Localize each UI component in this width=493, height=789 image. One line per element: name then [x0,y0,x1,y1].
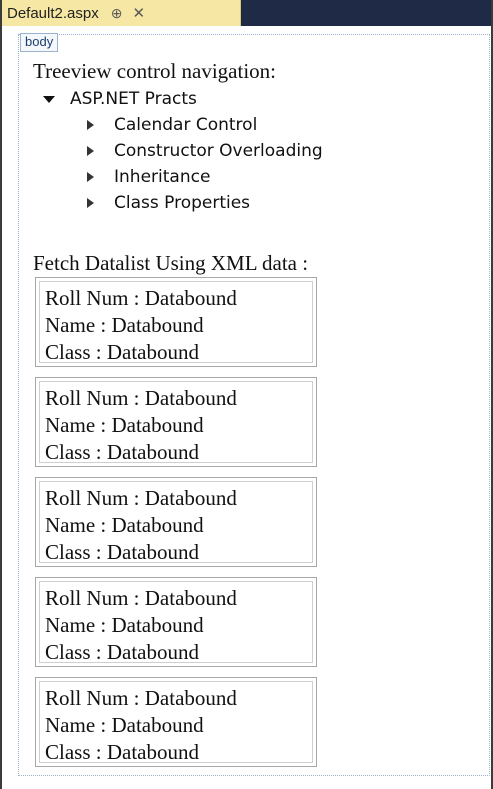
name-field: Name : Databound [45,513,204,537]
class-field: Class : Databound [45,440,199,464]
tree-node-class-properties[interactable]: Class Properties [87,190,323,216]
roll-num-field: Roll Num : Databound [45,486,237,510]
document-tab-strip: Default2.aspx ⊕ ✕ [2,0,491,26]
datalist: Roll Num : Databound Name : Databound Cl… [35,277,317,777]
treeview: ASP.NET Practs Calendar Control Construc… [43,86,323,216]
document-tab[interactable]: Default2.aspx ⊕ ✕ [2,0,241,26]
treeview-heading: Treeview control navigation: [33,59,277,83]
class-field: Class : Databound [45,540,199,564]
class-field: Class : Databound [45,740,199,764]
tree-node-asp-net-practs[interactable]: ASP.NET Practs [43,86,323,112]
datalist-item[interactable]: Roll Num : Databound Name : Databound Cl… [35,277,317,367]
tree-node-label: ASP.NET Practs [70,89,197,109]
expand-triangle-icon[interactable] [87,146,94,156]
roll-num-field: Roll Num : Databound [45,586,237,610]
roll-num-field: Roll Num : Databound [45,686,237,710]
datalist-item-template: Roll Num : Databound Name : Databound Cl… [39,481,313,564]
pin-icon[interactable]: ⊕ [111,5,123,22]
name-field: Name : Databound [45,313,204,337]
datalist-item[interactable]: Roll Num : Databound Name : Databound Cl… [35,477,317,567]
datalist-item-template: Roll Num : Databound Name : Databound Cl… [39,681,313,764]
expand-triangle-icon[interactable] [87,120,94,130]
roll-num-field: Roll Num : Databound [45,286,237,310]
datalist-item[interactable]: Roll Num : Databound Name : Databound Cl… [35,377,317,467]
expand-triangle-icon[interactable] [87,172,94,182]
datalist-item-template: Roll Num : Databound Name : Databound Cl… [39,581,313,664]
datalist-heading: Fetch Datalist Using XML data : [33,251,309,275]
datalist-item-template: Roll Num : Databound Name : Databound Cl… [39,381,313,464]
tree-node-label: Constructor Overloading [114,141,323,161]
name-field: Name : Databound [45,613,204,637]
tree-node-constructor-overloading[interactable]: Constructor Overloading [87,138,323,164]
window-border-left [0,0,2,789]
name-field: Name : Databound [45,413,204,437]
tree-node-label: Calendar Control [114,115,258,135]
tree-node-calendar-control[interactable]: Calendar Control [87,112,323,138]
roll-num-field: Roll Num : Databound [45,386,237,410]
datalist-item-template: Roll Num : Databound Name : Databound Cl… [39,281,313,364]
collapse-triangle-icon[interactable] [43,95,55,103]
datalist-item[interactable]: Roll Num : Databound Name : Databound Cl… [35,677,317,767]
class-field: Class : Databound [45,640,199,664]
datalist-item[interactable]: Roll Num : Databound Name : Databound Cl… [35,577,317,667]
body-tag-label[interactable]: body [20,33,59,52]
expand-triangle-icon[interactable] [87,198,94,208]
tab-title: Default2.aspx [7,4,99,22]
name-field: Name : Databound [45,713,204,737]
close-icon[interactable]: ✕ [132,4,145,22]
tree-node-inheritance[interactable]: Inheritance [87,164,323,190]
class-field: Class : Databound [45,340,199,364]
tree-node-label: Class Properties [114,193,251,213]
tree-node-label: Inheritance [114,167,211,187]
